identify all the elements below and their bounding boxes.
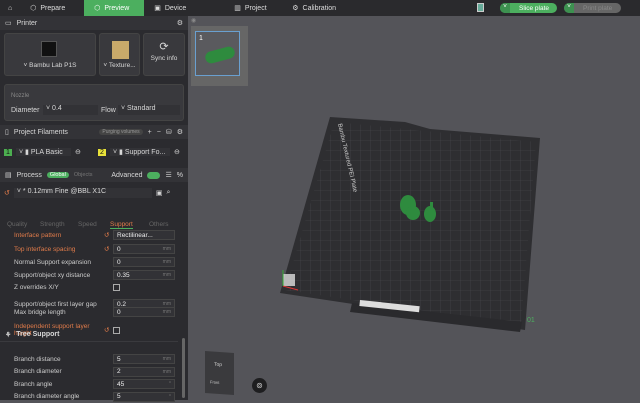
view-cube[interactable]: Top Front [205,350,234,396]
build-plate: Bambu Textured PEI Plate 01 [280,117,540,332]
fit-view-button[interactable]: ⊚ [252,378,267,393]
plate-index: 01 [527,317,535,324]
